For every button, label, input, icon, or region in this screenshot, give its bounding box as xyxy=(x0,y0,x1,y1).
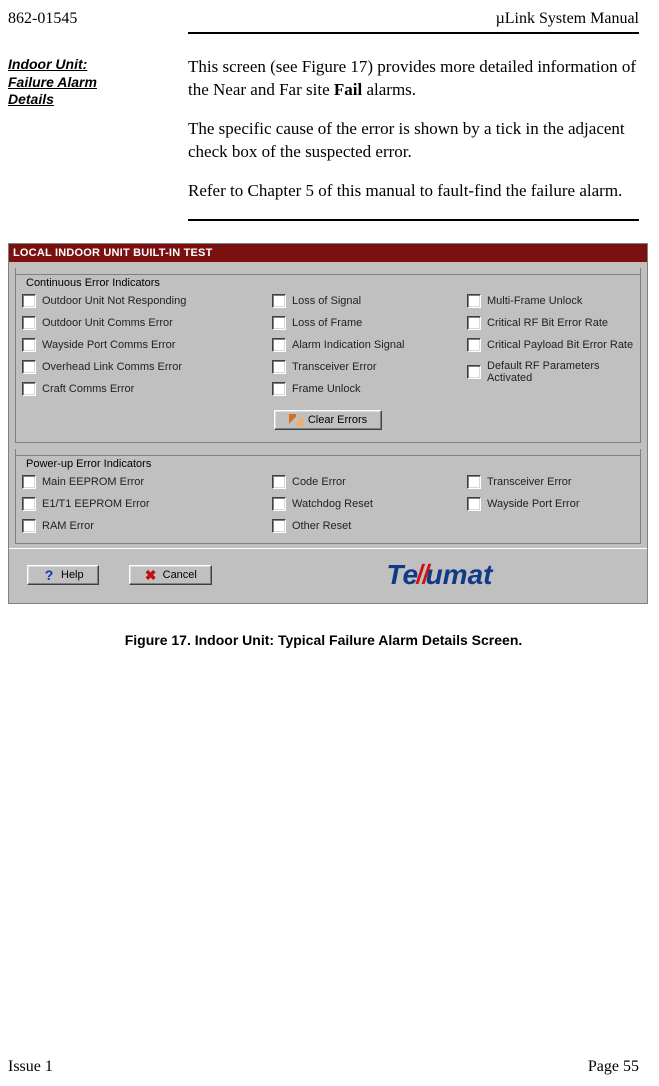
group-legend-continuous: Continuous Error Indicators xyxy=(22,277,164,289)
cb-other-reset[interactable]: Other Reset xyxy=(272,519,467,533)
checkbox-icon xyxy=(272,475,286,489)
checkbox-icon xyxy=(22,316,36,330)
checkbox-icon xyxy=(467,365,481,379)
cb-transceiver-1[interactable]: Transceiver Error xyxy=(272,360,467,374)
group-legend-powerup: Power-up Error Indicators xyxy=(22,458,155,470)
cb-outdoor-comms[interactable]: Outdoor Unit Comms Error xyxy=(22,316,272,330)
checkbox-icon xyxy=(272,294,286,308)
close-icon: ✖ xyxy=(144,569,158,581)
checkbox-icon xyxy=(22,475,36,489)
cb-default-rf[interactable]: Default RF Parameters Activated xyxy=(467,360,634,384)
checkbox-icon xyxy=(272,360,286,374)
help-button[interactable]: ? Help xyxy=(27,565,99,585)
cb-e1t1-eeprom[interactable]: E1/T1 EEPROM Error xyxy=(22,497,272,511)
doc-number: 862-01545 xyxy=(8,10,77,28)
checkbox-icon xyxy=(22,360,36,374)
body-text: This screen (see Figure 17) provides mor… xyxy=(188,56,639,219)
cb-rf-ber[interactable]: Critical RF Bit Error Rate xyxy=(467,316,634,330)
bit-window: LOCAL INDOOR UNIT BUILT-IN TEST Continuo… xyxy=(8,243,648,604)
mid-rule xyxy=(188,219,639,221)
clear-errors-button[interactable]: Clear Errors xyxy=(274,410,382,430)
checkbox-icon xyxy=(22,338,36,352)
checkbox-icon xyxy=(272,382,286,396)
cb-wayside-port[interactable]: Wayside Port Error xyxy=(467,497,634,511)
checkbox-icon xyxy=(272,338,286,352)
cb-wayside-comms[interactable]: Wayside Port Comms Error xyxy=(22,338,272,352)
checkbox-icon xyxy=(467,338,481,352)
cb-craft-comms[interactable]: Craft Comms Error xyxy=(22,382,272,396)
checkbox-icon xyxy=(272,519,286,533)
cb-ram[interactable]: RAM Error xyxy=(22,519,272,533)
cb-payload-ber[interactable]: Critical Payload Bit Error Rate xyxy=(467,338,634,352)
footer-page: Page 55 xyxy=(588,1058,639,1076)
cb-main-eeprom[interactable]: Main EEPROM Error xyxy=(22,475,272,489)
checkbox-icon xyxy=(22,382,36,396)
help-icon: ? xyxy=(42,569,56,581)
checkbox-icon xyxy=(272,316,286,330)
checkbox-icon xyxy=(467,497,481,511)
footer-issue: Issue 1 xyxy=(8,1058,53,1076)
checkbox-icon xyxy=(22,497,36,511)
doc-title: µLink System Manual xyxy=(496,10,639,28)
side-heading: Indoor Unit: Failure Alarm Details xyxy=(8,56,178,109)
window-title-bar: LOCAL INDOOR UNIT BUILT-IN TEST xyxy=(9,244,647,262)
group-continuous: Continuous Error Indicators Outdoor Unit… xyxy=(15,268,641,443)
cancel-button[interactable]: ✖ Cancel xyxy=(129,565,212,585)
checkbox-icon xyxy=(22,519,36,533)
cb-multiframe-unlock[interactable]: Multi-Frame Unlock xyxy=(467,294,634,308)
figure-caption: Figure 17. Indoor Unit: Typical Failure … xyxy=(8,632,639,648)
checkbox-icon xyxy=(272,497,286,511)
cb-transceiver-2[interactable]: Transceiver Error xyxy=(467,475,634,489)
cb-watchdog[interactable]: Watchdog Reset xyxy=(272,497,467,511)
checkbox-icon xyxy=(467,316,481,330)
bottom-bar: ? Help ✖ Cancel Tellumat xyxy=(9,548,647,603)
cb-outdoor-not-responding[interactable]: Outdoor Unit Not Responding xyxy=(22,294,272,308)
tellumat-logo: Tellumat xyxy=(386,561,492,589)
cb-loss-frame[interactable]: Loss of Frame xyxy=(272,316,467,330)
top-rule xyxy=(188,32,639,34)
cb-loss-signal[interactable]: Loss of Signal xyxy=(272,294,467,308)
cb-overhead-comms[interactable]: Overhead Link Comms Error xyxy=(22,360,272,374)
cb-code-error[interactable]: Code Error xyxy=(272,475,467,489)
checkbox-icon xyxy=(467,475,481,489)
checkbox-icon xyxy=(467,294,481,308)
checkbox-icon xyxy=(22,294,36,308)
eraser-icon xyxy=(289,414,303,426)
cb-frame-unlock[interactable]: Frame Unlock xyxy=(272,382,467,396)
group-powerup: Power-up Error Indicators Main EEPROM Er… xyxy=(15,449,641,544)
cb-ais[interactable]: Alarm Indication Signal xyxy=(272,338,467,352)
